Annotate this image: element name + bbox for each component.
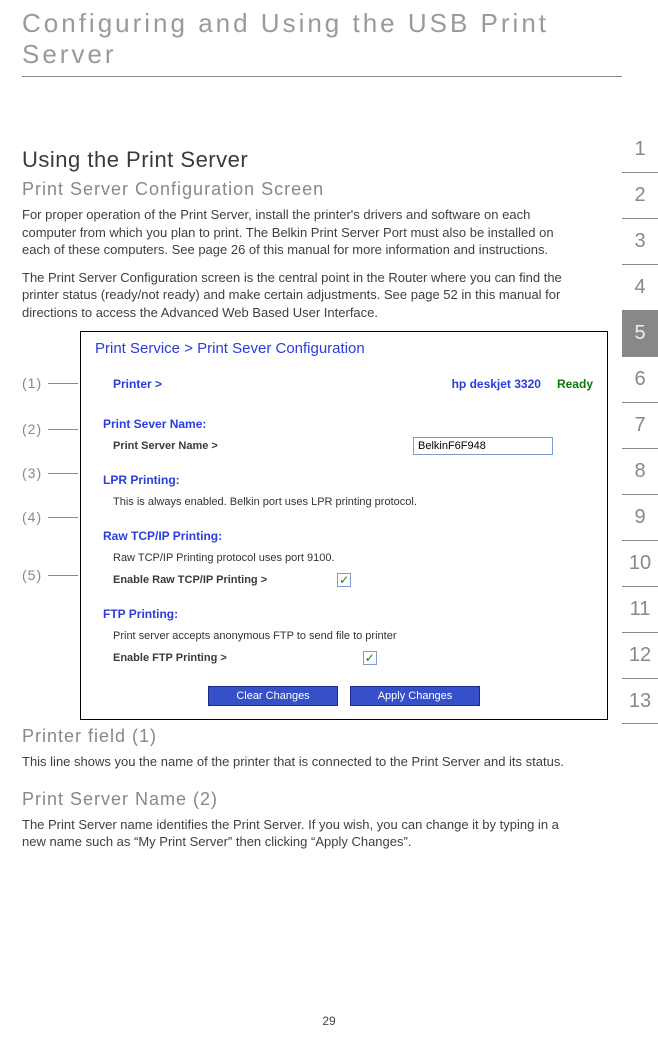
page-number: 29 [0, 1014, 658, 1028]
heading-using-print-server: Using the Print Server [22, 147, 572, 173]
callout-label: (4) [22, 509, 48, 525]
callout-4: (4) [22, 509, 78, 525]
callout-5: (5) [22, 567, 78, 583]
callout-line-icon [48, 383, 78, 384]
section-tab-13[interactable]: 13 [622, 678, 658, 724]
page-title: Configuring and Using the USB Print Serv… [22, 8, 622, 77]
ftp-enable-label: Enable FTP Printing > [113, 652, 227, 664]
print-server-name-input[interactable] [413, 437, 553, 455]
section-tab-6[interactable]: 6 [622, 356, 658, 402]
section-tab-3[interactable]: 3 [622, 218, 658, 264]
psn-header: Print Sever Name: [103, 417, 206, 431]
printer-label: Printer > [113, 377, 162, 391]
callout-2: (2) [22, 421, 78, 437]
callout-1: (1) [22, 375, 78, 391]
callout-label: (1) [22, 375, 48, 391]
section-tab-4[interactable]: 4 [622, 264, 658, 310]
screenshot-breadcrumb: Print Service > Print Sever Configuratio… [95, 340, 593, 357]
raw-note: Raw TCP/IP Printing protocol uses port 9… [113, 552, 335, 564]
heading-print-server-name: Print Server Name (2) [22, 789, 572, 810]
section-tab-1[interactable]: 1 [622, 126, 658, 172]
callout-line-icon [48, 429, 78, 430]
lpr-header: LPR Printing: [103, 473, 180, 487]
clear-changes-button[interactable]: Clear Changes [208, 686, 338, 706]
paragraph: This line shows you the name of the prin… [22, 753, 572, 771]
printer-name: hp deskjet 3320 [452, 377, 541, 391]
paragraph: The Print Server name identifies the Pri… [22, 816, 572, 851]
raw-header: Raw TCP/IP Printing: [103, 529, 222, 543]
section-tab-10[interactable]: 10 [622, 540, 658, 586]
section-tab-12[interactable]: 12 [622, 632, 658, 678]
section-tab-11[interactable]: 11 [622, 586, 658, 632]
section-tab-7[interactable]: 7 [622, 402, 658, 448]
section-tab-9[interactable]: 9 [622, 494, 658, 540]
lpr-note: This is always enabled. Belkin port uses… [113, 496, 417, 508]
screenshot-panel: Print Service > Print Sever Configuratio… [80, 331, 608, 720]
callout-line-icon [48, 575, 78, 576]
heading-config-screen: Print Server Configuration Screen [22, 179, 572, 200]
printer-status: Ready [557, 377, 593, 391]
raw-enable-checkbox[interactable]: ✓ [337, 573, 351, 587]
ftp-enable-checkbox[interactable]: ✓ [363, 651, 377, 665]
callout-label: (2) [22, 421, 48, 437]
callout-label: (3) [22, 465, 48, 481]
psn-label: Print Server Name > [113, 440, 218, 452]
apply-changes-button[interactable]: Apply Changes [350, 686, 480, 706]
callout-line-icon [48, 473, 78, 474]
callout-3: (3) [22, 465, 78, 481]
section-tab-5[interactable]: 5 [622, 310, 658, 356]
callout-label: (5) [22, 567, 48, 583]
paragraph: The Print Server Configuration screen is… [22, 269, 572, 322]
callout-line-icon [48, 517, 78, 518]
section-tab-8[interactable]: 8 [622, 448, 658, 494]
paragraph: For proper operation of the Print Server… [22, 206, 572, 259]
raw-enable-label: Enable Raw TCP/IP Printing > [113, 574, 267, 586]
ftp-header: FTP Printing: [103, 607, 178, 621]
heading-printer-field: Printer field (1) [22, 726, 572, 747]
section-nav: 1 2 3 4 5 6 7 8 9 10 11 12 13 [622, 126, 658, 724]
section-tab-2[interactable]: 2 [622, 172, 658, 218]
ftp-note: Print server accepts anonymous FTP to se… [113, 630, 396, 642]
